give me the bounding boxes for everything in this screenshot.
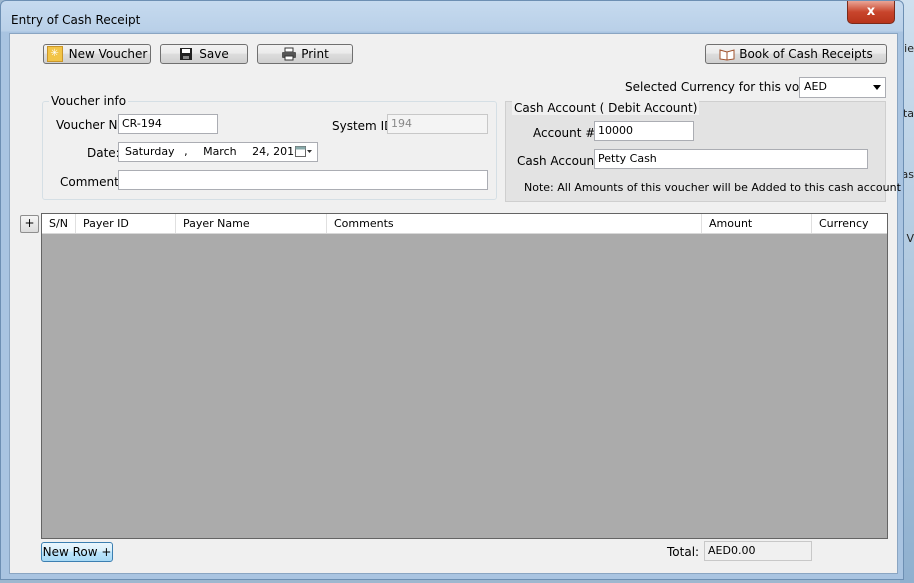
voucher-info-title: Voucher info — [49, 94, 129, 108]
date-weekday: Saturday — [125, 145, 175, 158]
print-label: Print — [301, 47, 329, 61]
background-text: V — [906, 232, 914, 245]
system-id-field: 194 — [387, 114, 488, 134]
floppy-disk-icon — [179, 47, 193, 61]
save-label: Save — [199, 47, 229, 61]
currency-select[interactable]: AED — [799, 77, 886, 98]
payers-grid[interactable]: S/N Payer ID Payer Name Comments Amount … — [41, 213, 888, 539]
new-row-button[interactable]: New Row + — [41, 542, 113, 562]
account-no-field[interactable]: 10000 — [594, 121, 694, 141]
book-of-cash-receipts-button[interactable]: Book of Cash Receipts — [705, 44, 887, 64]
window-content: ✳ New Voucher Save Print Book of Cash Re… — [9, 33, 901, 574]
column-payer-id[interactable]: Payer ID — [76, 214, 176, 233]
grid-header: S/N Payer ID Payer Name Comments Amount … — [42, 214, 887, 234]
printer-icon — [281, 47, 297, 61]
print-button[interactable]: Print — [257, 44, 353, 64]
column-currency[interactable]: Currency — [812, 214, 887, 233]
window-title: Entry of Cash Receipt — [11, 13, 141, 27]
account-no-label: Account #: — [533, 126, 600, 140]
date-picker[interactable]: Saturday , March 24, 2018 — [118, 142, 318, 162]
cash-account-field[interactable]: Petty Cash — [594, 149, 868, 169]
column-amount[interactable]: Amount — [702, 214, 812, 233]
total-field: AED0.00 — [704, 541, 812, 561]
voucher-no-field[interactable]: CR-194 — [118, 114, 218, 134]
calendar-icon[interactable] — [295, 145, 313, 161]
new-voucher-icon: ✳ — [46, 46, 63, 62]
book-label: Book of Cash Receipts — [739, 47, 873, 61]
background-text: ie — [904, 42, 914, 55]
book-icon — [719, 47, 735, 61]
cash-account-label: Cash Account: — [517, 154, 603, 168]
new-voucher-button[interactable]: ✳ New Voucher — [43, 44, 151, 64]
column-payer-name[interactable]: Payer Name — [176, 214, 327, 233]
cash-receipt-window: Entry of Cash Receipt x ✳ New Voucher Sa… — [0, 0, 904, 580]
comments-field[interactable] — [118, 170, 488, 190]
date-label: Date: — [87, 146, 120, 160]
date-day-year: 24, 2018 — [252, 145, 302, 158]
new-voucher-label: New Voucher — [68, 47, 148, 61]
column-sn[interactable]: S/N — [42, 214, 76, 233]
cash-account-title: Cash Account ( Debit Account) — [512, 101, 700, 115]
date-separator: , — [184, 145, 188, 158]
total-label: Total: — [667, 545, 700, 559]
cash-account-note: Note: All Amounts of this voucher will b… — [524, 181, 901, 194]
background-text: ta — [902, 107, 914, 120]
close-button[interactable]: x — [847, 1, 895, 24]
add-row-icon-button[interactable]: + — [20, 215, 39, 233]
currency-value: AED — [804, 80, 827, 93]
close-icon: x — [866, 4, 876, 19]
date-month: March — [203, 145, 237, 158]
chevron-down-icon — [873, 85, 881, 90]
column-comments[interactable]: Comments — [327, 214, 702, 233]
save-button[interactable]: Save — [160, 44, 248, 64]
